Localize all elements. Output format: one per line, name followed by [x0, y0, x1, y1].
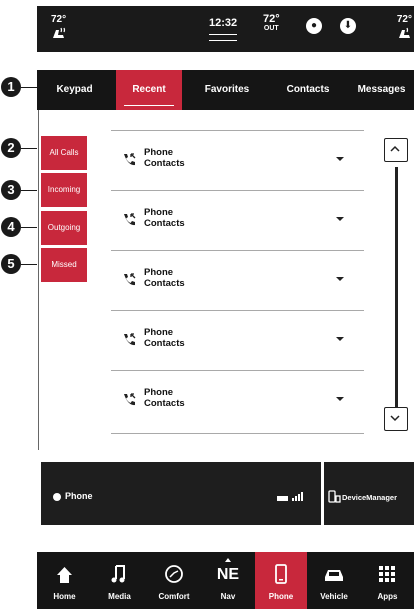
nav-label: Comfort	[158, 592, 190, 601]
callout-5: 5	[1, 254, 21, 274]
scrollbar-track[interactable]	[395, 167, 398, 411]
climate-icon	[165, 565, 183, 583]
apps-grid-icon	[379, 566, 395, 582]
chevron-down-icon[interactable]	[336, 397, 344, 401]
chevron-up-icon	[390, 145, 400, 152]
tab-contacts[interactable]: Contacts	[269, 70, 347, 110]
phone-incoming-icon	[124, 393, 136, 406]
call-subtitle: Contacts	[144, 398, 185, 409]
nav-label: Apps	[377, 592, 398, 601]
outside-temp-label: OUT	[263, 25, 279, 32]
phone-incoming-icon	[124, 273, 136, 286]
callout-3: 3	[1, 180, 21, 200]
download-button[interactable]: ⬇	[340, 18, 356, 34]
phone-incoming-icon	[124, 213, 136, 226]
download-icon: ⬇	[343, 20, 353, 31]
nav-label: Media	[108, 592, 131, 601]
call-subtitle: Contacts	[144, 278, 185, 289]
call-row[interactable]: Phone Contacts	[111, 310, 364, 370]
filter-outgoing[interactable]: Outgoing	[41, 211, 87, 245]
seat-heat-icon[interactable]	[51, 27, 69, 42]
nav-home[interactable]: Home	[37, 552, 92, 609]
tab-keypad[interactable]: Keypad	[37, 70, 112, 110]
music-note-icon	[111, 565, 125, 583]
phone-incoming-icon	[124, 153, 136, 166]
status-bar: 72° 12:32 72° OUT ● ⬇ 72°	[37, 6, 414, 52]
device-manager-button[interactable]: DeviceManager	[324, 462, 414, 525]
phone-incoming-icon	[124, 333, 136, 346]
chevron-down-icon	[390, 415, 400, 422]
chevron-down-icon[interactable]	[336, 337, 344, 341]
home-icon	[57, 567, 72, 583]
phone-status-bar[interactable]: Phone	[41, 462, 321, 525]
tab-recent[interactable]: Recent	[116, 70, 182, 110]
call-row[interactable]: Phone Contacts	[111, 250, 364, 310]
device-icon	[328, 490, 341, 503]
nav-label: Vehicle	[320, 592, 348, 601]
nav-navigation[interactable]: NE Nav	[201, 552, 255, 609]
panel-edge	[38, 110, 39, 450]
call-subtitle: Contacts	[144, 218, 185, 229]
callout-2: 2	[1, 138, 21, 158]
nav-vehicle[interactable]: Vehicle	[307, 552, 361, 609]
user-profile-button[interactable]: ●	[306, 18, 322, 34]
device-manager-label: DeviceManager	[342, 493, 398, 502]
call-title: Phone	[144, 327, 174, 338]
bottom-nav: Home Media Comfort NE Nav Phone Vehicle	[37, 552, 414, 609]
call-row[interactable]: Phone Contacts	[111, 190, 364, 250]
call-title: Phone	[144, 267, 174, 278]
nav-media[interactable]: Media	[92, 552, 147, 609]
chevron-down-icon[interactable]	[336, 157, 344, 161]
car-icon	[325, 570, 343, 581]
head-unit-screen: 72° 12:32 72° OUT ● ⬇ 72° Keypad Recent …	[37, 6, 414, 609]
call-title: Phone	[144, 147, 174, 158]
signal-icon	[298, 494, 300, 501]
driver-temp[interactable]: 72°	[51, 14, 66, 25]
filter-all-calls[interactable]: All Calls	[41, 136, 87, 170]
call-subtitle: Contacts	[144, 158, 185, 169]
call-row[interactable]: Phone Contacts	[111, 370, 364, 430]
nav-label: Phone	[268, 592, 294, 601]
filter-incoming[interactable]: Incoming	[41, 173, 87, 207]
user-icon: ●	[310, 20, 318, 31]
signal-icon	[301, 492, 303, 501]
scroll-down-button[interactable]	[384, 407, 408, 431]
nav-comfort[interactable]: Comfort	[147, 552, 201, 609]
signal-icon	[292, 498, 294, 501]
callout-1: 1	[1, 77, 21, 97]
nav-label: Nav	[220, 592, 236, 601]
callout-4: 4	[1, 217, 21, 237]
nav-apps[interactable]: Apps	[361, 552, 414, 609]
call-title: Phone	[144, 387, 174, 398]
chevron-down-icon[interactable]	[336, 277, 344, 281]
scroll-up-button[interactable]	[384, 138, 408, 162]
nav-label: Home	[53, 592, 76, 601]
bluetooth-icon	[53, 493, 61, 501]
phone-tabs: Keypad Recent Favorites Contacts Message…	[37, 70, 414, 110]
battery-icon	[277, 496, 288, 501]
tab-messages[interactable]: Messages	[349, 70, 414, 110]
chevron-down-icon[interactable]	[336, 217, 344, 221]
clock: 12:32	[209, 17, 238, 29]
signal-icon	[295, 496, 297, 501]
outside-temp: 72° OUT	[263, 14, 280, 34]
compass-heading: NE	[216, 566, 240, 583]
tab-favorites[interactable]: Favorites	[187, 70, 267, 110]
seat-heat-icon[interactable]	[398, 27, 412, 42]
list-divider	[111, 433, 364, 434]
phone-icon	[275, 564, 287, 584]
call-subtitle: Contacts	[144, 338, 185, 349]
nav-phone[interactable]: Phone	[255, 552, 307, 609]
phone-label: Phone	[65, 491, 93, 501]
call-row[interactable]: Phone Contacts	[111, 130, 364, 190]
clock-divider	[209, 34, 237, 41]
passenger-temp[interactable]: 72°	[397, 14, 412, 25]
filter-missed[interactable]: Missed	[41, 248, 87, 282]
call-title: Phone	[144, 207, 174, 218]
